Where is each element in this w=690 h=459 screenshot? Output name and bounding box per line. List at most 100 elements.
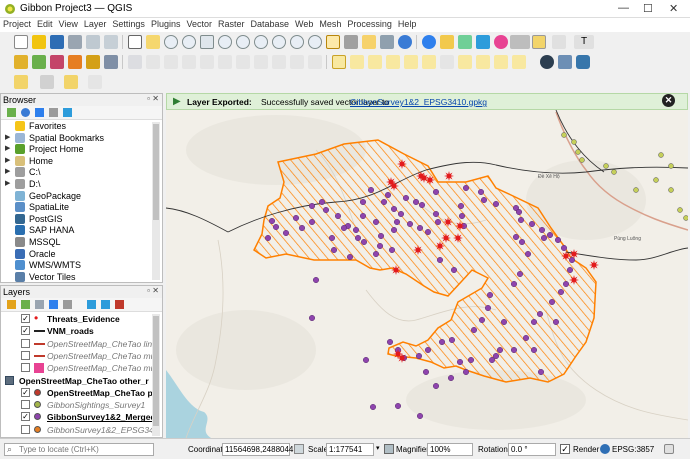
text-annotation-icon[interactable]: T [574, 35, 594, 49]
browser-item[interactable]: ▶ Spatial Bookmarks [1, 132, 151, 144]
zoom-native-icon[interactable] [272, 35, 286, 49]
filter-browser-icon[interactable] [35, 108, 44, 117]
expand-arrow-icon[interactable]: ▶ [5, 178, 11, 190]
data-source-manager-icon[interactable] [14, 55, 28, 69]
layer-item[interactable]: OpenStreetMap_CheTao line [1, 338, 152, 350]
add-raster-layer-icon[interactable] [50, 55, 64, 69]
map-tips-icon[interactable] [532, 35, 546, 49]
select-by-expression-icon[interactable] [40, 75, 54, 89]
toggle-editing-icon[interactable] [146, 55, 160, 69]
filter-legend-icon[interactable] [49, 300, 58, 309]
show-bookmarks-icon[interactable] [380, 35, 394, 49]
label-rotate-icon[interactable] [404, 55, 418, 69]
layer-item[interactable]: ✓ VNM_roads [1, 325, 152, 337]
layer-visibility-checkbox[interactable]: ✓ [21, 387, 30, 397]
layer-visibility-checkbox[interactable]: ✓ [21, 314, 30, 323]
browser-item[interactable]: ▶ D:\ [1, 178, 151, 190]
current-edits-icon[interactable] [128, 55, 142, 69]
collapse-all-icon[interactable] [49, 108, 58, 117]
layer-visibility-checkbox[interactable] [21, 424, 30, 434]
layout-manager-icon[interactable] [86, 35, 100, 49]
close-window-button[interactable]: ✕ [669, 2, 678, 15]
paste-features-icon[interactable] [272, 55, 286, 69]
expand-arrow-icon[interactable]: ▶ [5, 143, 11, 155]
undo-icon[interactable] [290, 55, 304, 69]
cut-features-icon[interactable] [236, 55, 250, 69]
new-3d-view-icon[interactable] [344, 35, 358, 49]
browser-item[interactable]: PostGIS [1, 213, 151, 225]
zoom-full-icon[interactable] [218, 35, 232, 49]
selection-dropdown-icon[interactable] [88, 75, 102, 89]
style-manager-icon[interactable] [104, 35, 118, 49]
menu-database[interactable]: Database [248, 18, 293, 30]
browser-item[interactable]: Oracle [1, 248, 151, 260]
delete-selected-icon[interactable] [218, 55, 232, 69]
expand-arrow-icon[interactable]: ▶ [5, 132, 11, 144]
scale-dropdown-icon[interactable]: ▾ [376, 444, 380, 452]
crs-globe-icon[interactable] [600, 444, 610, 454]
expand-all-icon[interactable] [87, 300, 96, 309]
processing-toolbox-icon[interactable] [476, 35, 490, 49]
deselect-icon[interactable] [64, 75, 78, 89]
new-project-icon[interactable] [14, 35, 28, 49]
expand-arrow-icon[interactable]: ▶ [5, 166, 11, 178]
add-feature-icon[interactable] [182, 55, 196, 69]
zoom-out-icon[interactable] [182, 35, 196, 49]
new-map-view-icon[interactable] [326, 35, 340, 49]
map-canvas[interactable]: Đề Xê Hộ Pùng Luông [166, 110, 688, 438]
layer-visibility-checkbox[interactable]: ✓ [21, 326, 30, 336]
measure-icon[interactable] [510, 35, 530, 49]
python-console-icon[interactable] [576, 55, 590, 69]
expand-arrow-icon[interactable]: ▶ [5, 155, 11, 167]
extents-toggle-icon[interactable] [294, 444, 304, 454]
browser-item[interactable]: ▶ C:\ [1, 166, 151, 178]
label-tool-icon[interactable] [332, 55, 346, 69]
minimize-button[interactable]: — [618, 2, 629, 14]
browser-scrollbar[interactable] [152, 122, 160, 280]
zoom-rubberband-icon[interactable] [200, 35, 214, 49]
scale-field[interactable]: 1:177541 [326, 443, 374, 456]
layer-visibility-checkbox[interactable] [5, 375, 14, 385]
zoom-to-layer-icon[interactable] [254, 35, 268, 49]
annotation-icon[interactable] [552, 35, 566, 49]
gps-icon[interactable] [540, 55, 554, 69]
browser-item[interactable]: Favorites [1, 120, 151, 132]
new-print-layout-icon[interactable] [68, 35, 82, 49]
browser-item[interactable]: WMS/WMTS [1, 259, 151, 271]
label-move-icon[interactable] [386, 55, 400, 69]
layer-item[interactable]: GibbonSurvey1&2_EPSG341 [1, 424, 152, 436]
select-features-icon[interactable] [440, 35, 454, 49]
filter-by-expression-icon[interactable] [63, 300, 72, 309]
redo-icon[interactable] [308, 55, 322, 69]
menu-raster[interactable]: Raster [215, 18, 248, 30]
diagram-icon[interactable] [440, 55, 454, 69]
dismiss-message-icon[interactable]: ✕ [662, 94, 675, 107]
zoom-to-selection-icon[interactable] [236, 35, 250, 49]
refresh-icon[interactable] [398, 35, 412, 49]
pan-to-selection-icon[interactable] [146, 35, 160, 49]
float-panel-icon[interactable]: ▫ [147, 94, 150, 103]
render-checkbox[interactable]: ✓ [560, 444, 570, 454]
browser-item[interactable]: ▶ Project Home [1, 143, 151, 155]
label-properties-icon[interactable] [458, 55, 472, 69]
zoom-in-icon[interactable] [164, 35, 178, 49]
layer-item[interactable]: OpenStreetMap_CheTao mul [1, 362, 152, 374]
layer-item[interactable]: ✓ • Threats_Evidence [1, 313, 152, 325]
pan-hand-icon[interactable] [128, 35, 142, 49]
layers-scrollbar[interactable] [152, 314, 160, 436]
menu-project[interactable]: Project [0, 18, 34, 30]
menu-mesh[interactable]: Mesh [316, 18, 344, 30]
magnifier-field[interactable]: 100% [427, 443, 473, 456]
close-panel-icon[interactable]: ✕ [152, 94, 159, 103]
add-selected-layers-icon[interactable] [7, 108, 16, 117]
layer-visibility-checkbox[interactable]: ✓ [21, 412, 30, 422]
save-edits-icon[interactable] [164, 55, 178, 69]
browser-item[interactable]: GeoPackage [1, 190, 151, 202]
layer-visibility-checkbox[interactable] [21, 363, 30, 373]
collapse-all-layers-icon[interactable] [101, 300, 110, 309]
zoom-next-icon[interactable] [308, 35, 322, 49]
identify-icon[interactable] [422, 35, 436, 49]
refresh-browser-icon[interactable] [21, 108, 30, 117]
menu-settings[interactable]: Settings [109, 18, 148, 30]
rotation-field[interactable]: 0.0 ° [508, 443, 556, 456]
